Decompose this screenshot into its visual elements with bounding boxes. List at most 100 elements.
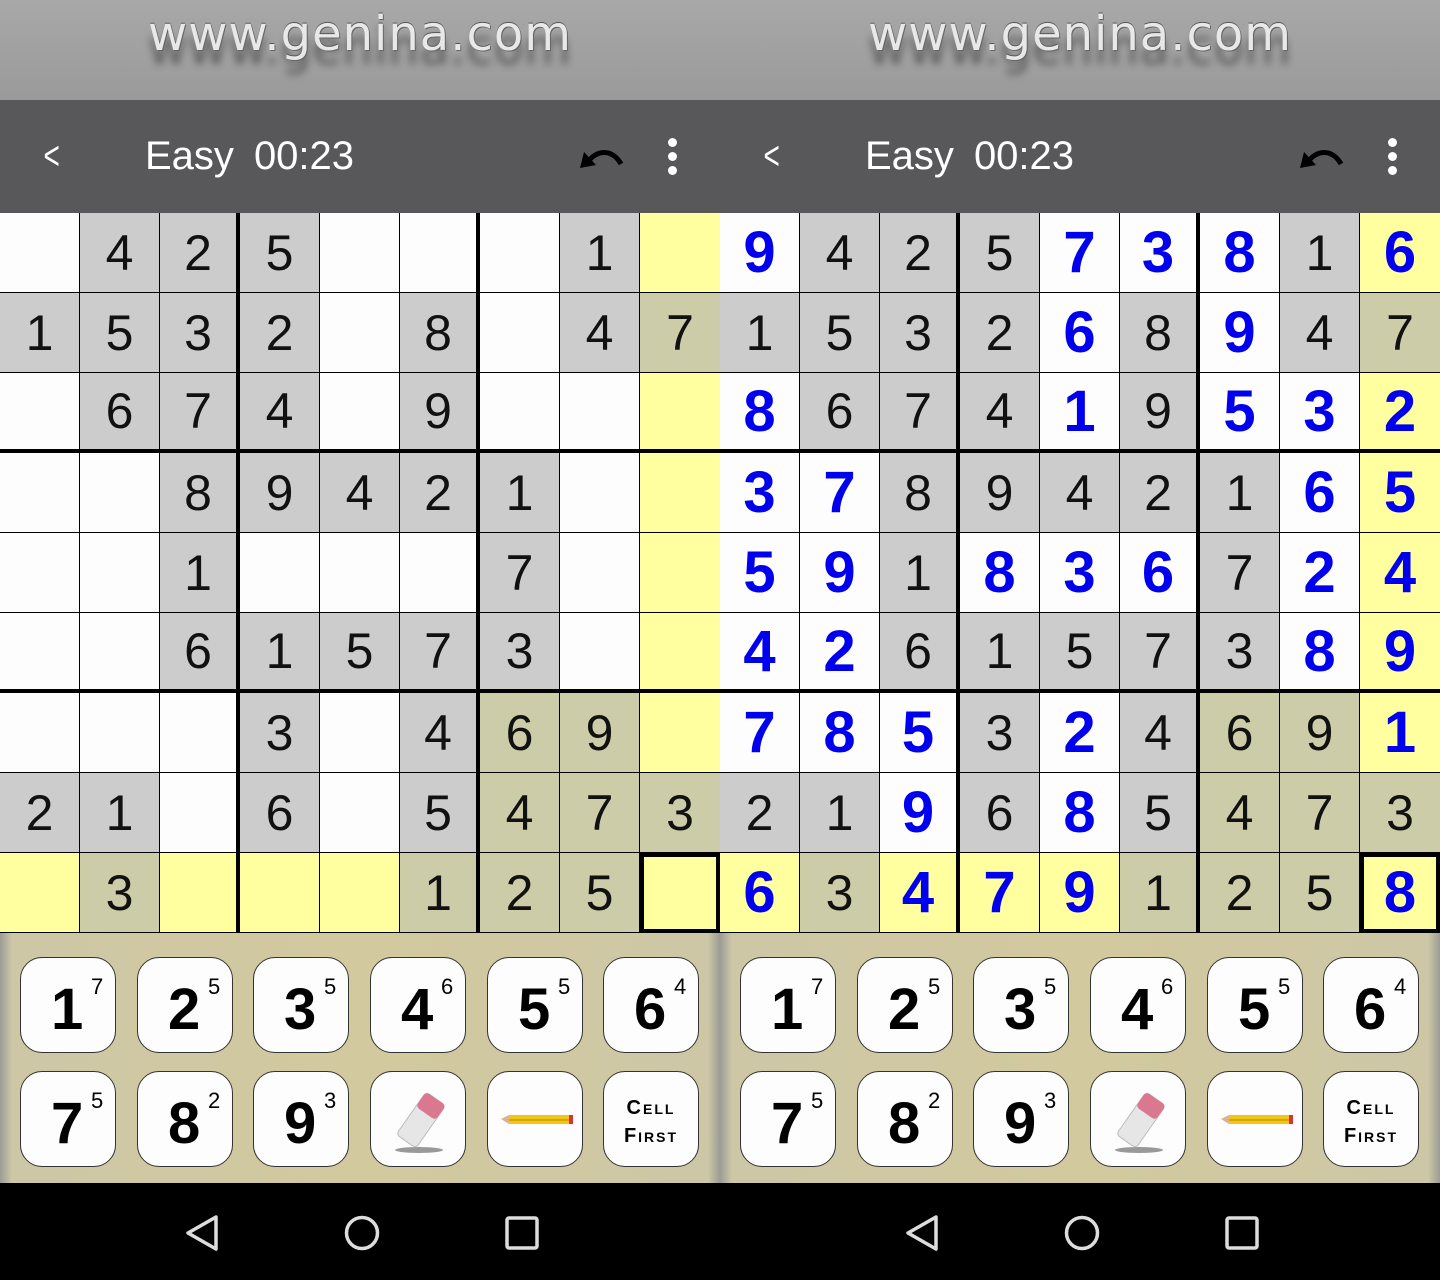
- sudoku-cell-r7c5[interactable]: [320, 693, 400, 773]
- sudoku-cell-r4c8[interactable]: 6: [1280, 453, 1360, 533]
- digit-8-button[interactable]: 82: [857, 1071, 953, 1167]
- sudoku-cell-r4c5[interactable]: 4: [1040, 453, 1120, 533]
- sudoku-cell-r1c7[interactable]: [480, 213, 560, 293]
- nav-back-icon[interactable]: [902, 1213, 942, 1253]
- sudoku-cell-r1c3[interactable]: 2: [160, 213, 240, 293]
- sudoku-cell-r5c1[interactable]: [0, 533, 80, 613]
- sudoku-cell-r9c9[interactable]: 8: [1360, 853, 1440, 933]
- ad-banner[interactable]: www.genina.com: [720, 0, 1440, 100]
- sudoku-cell-r4c6[interactable]: 2: [400, 453, 480, 533]
- cell-first-mode-button[interactable]: Cell First: [603, 1071, 699, 1167]
- sudoku-cell-r9c7[interactable]: 2: [1200, 853, 1280, 933]
- sudoku-cell-r1c9[interactable]: 6: [1360, 213, 1440, 293]
- sudoku-cell-r7c9[interactable]: [640, 693, 720, 773]
- sudoku-cell-r2c6[interactable]: 8: [1120, 293, 1200, 373]
- digit-7-button[interactable]: 75: [20, 1071, 116, 1167]
- sudoku-cell-r1c8[interactable]: 1: [1280, 213, 1360, 293]
- sudoku-cell-r7c8[interactable]: 9: [1280, 693, 1360, 773]
- sudoku-cell-r1c1[interactable]: [0, 213, 80, 293]
- sudoku-cell-r3c8[interactable]: 3: [1280, 373, 1360, 453]
- sudoku-cell-r5c7[interactable]: 7: [480, 533, 560, 613]
- sudoku-cell-r6c6[interactable]: 7: [1120, 613, 1200, 693]
- sudoku-cell-r7c7[interactable]: 6: [1200, 693, 1280, 773]
- sudoku-cell-r7c5[interactable]: 2: [1040, 693, 1120, 773]
- sudoku-cell-r8c6[interactable]: 5: [400, 773, 480, 853]
- sudoku-cell-r1c6[interactable]: [400, 213, 480, 293]
- sudoku-cell-r9c8[interactable]: 5: [1280, 853, 1360, 933]
- sudoku-cell-r5c2[interactable]: [80, 533, 160, 613]
- sudoku-cell-r4c3[interactable]: 8: [880, 453, 960, 533]
- sudoku-cell-r2c1[interactable]: 1: [0, 293, 80, 373]
- sudoku-cell-r4c7[interactable]: 1: [1200, 453, 1280, 533]
- sudoku-cell-r2c3[interactable]: 3: [160, 293, 240, 373]
- sudoku-cell-r5c9[interactable]: [640, 533, 720, 613]
- sudoku-cell-r8c9[interactable]: 3: [1360, 773, 1440, 853]
- digit-9-button[interactable]: 93: [973, 1071, 1069, 1167]
- sudoku-cell-r4c1[interactable]: 3: [720, 453, 800, 533]
- sudoku-cell-r3c1[interactable]: [0, 373, 80, 453]
- sudoku-cell-r9c4[interactable]: [240, 853, 320, 933]
- sudoku-cell-r8c7[interactable]: 4: [1200, 773, 1280, 853]
- sudoku-cell-r2c3[interactable]: 3: [880, 293, 960, 373]
- nav-home-icon[interactable]: [1062, 1213, 1102, 1253]
- sudoku-cell-r1c4[interactable]: 5: [240, 213, 320, 293]
- sudoku-cell-r8c9[interactable]: 3: [640, 773, 720, 853]
- sudoku-cell-r3c9[interactable]: 2: [1360, 373, 1440, 453]
- sudoku-cell-r7c3[interactable]: [160, 693, 240, 773]
- sudoku-cell-r6c5[interactable]: 5: [1040, 613, 1120, 693]
- digit-4-button[interactable]: 46: [370, 957, 466, 1053]
- digit-1-button[interactable]: 17: [740, 957, 836, 1053]
- sudoku-cell-r1c3[interactable]: 2: [880, 213, 960, 293]
- sudoku-cell-r6c3[interactable]: 6: [880, 613, 960, 693]
- nav-recents-icon[interactable]: [502, 1213, 542, 1253]
- pencil-notes-button[interactable]: [487, 1071, 583, 1167]
- sudoku-cell-r7c7[interactable]: 6: [480, 693, 560, 773]
- sudoku-cell-r3c4[interactable]: 4: [960, 373, 1040, 453]
- sudoku-cell-r6c5[interactable]: 5: [320, 613, 400, 693]
- sudoku-cell-r2c7[interactable]: 9: [1200, 293, 1280, 373]
- sudoku-cell-r6c2[interactable]: 2: [800, 613, 880, 693]
- digit-6-button[interactable]: 64: [1323, 957, 1419, 1053]
- sudoku-cell-r8c4[interactable]: 6: [240, 773, 320, 853]
- sudoku-cell-r2c8[interactable]: 4: [560, 293, 640, 373]
- digit-3-button[interactable]: 35: [973, 957, 1069, 1053]
- sudoku-cell-r1c2[interactable]: 4: [80, 213, 160, 293]
- sudoku-cell-r7c3[interactable]: 5: [880, 693, 960, 773]
- sudoku-cell-r7c6[interactable]: 4: [1120, 693, 1200, 773]
- sudoku-cell-r5c6[interactable]: [400, 533, 480, 613]
- sudoku-cell-r5c8[interactable]: [560, 533, 640, 613]
- sudoku-cell-r3c3[interactable]: 7: [880, 373, 960, 453]
- sudoku-cell-r3c8[interactable]: [560, 373, 640, 453]
- sudoku-cell-r2c8[interactable]: 4: [1280, 293, 1360, 373]
- sudoku-cell-r8c5[interactable]: 8: [1040, 773, 1120, 853]
- sudoku-cell-r6c4[interactable]: 1: [240, 613, 320, 693]
- sudoku-cell-r6c3[interactable]: 6: [160, 613, 240, 693]
- sudoku-cell-r9c3[interactable]: 4: [880, 853, 960, 933]
- sudoku-cell-r9c1[interactable]: 6: [720, 853, 800, 933]
- sudoku-cell-r6c8[interactable]: [560, 613, 640, 693]
- sudoku-cell-r5c4[interactable]: [240, 533, 320, 613]
- digit-2-button[interactable]: 25: [857, 957, 953, 1053]
- sudoku-cell-r8c3[interactable]: 9: [880, 773, 960, 853]
- digit-9-button[interactable]: 93: [253, 1071, 349, 1167]
- nav-home-icon[interactable]: [342, 1213, 382, 1253]
- nav-recents-icon[interactable]: [1222, 1213, 1262, 1253]
- sudoku-cell-r5c1[interactable]: 5: [720, 533, 800, 613]
- sudoku-cell-r4c5[interactable]: 4: [320, 453, 400, 533]
- sudoku-cell-r9c6[interactable]: 1: [1120, 853, 1200, 933]
- sudoku-cell-r6c6[interactable]: 7: [400, 613, 480, 693]
- sudoku-cell-r2c7[interactable]: [480, 293, 560, 373]
- sudoku-cell-r8c5[interactable]: [320, 773, 400, 853]
- sudoku-cell-r2c9[interactable]: 7: [1360, 293, 1440, 373]
- sudoku-cell-r4c3[interactable]: 8: [160, 453, 240, 533]
- digit-6-button[interactable]: 64: [603, 957, 699, 1053]
- sudoku-cell-r7c4[interactable]: 3: [240, 693, 320, 773]
- sudoku-cell-r7c1[interactable]: [0, 693, 80, 773]
- digit-4-button[interactable]: 46: [1090, 957, 1186, 1053]
- sudoku-cell-r3c2[interactable]: 6: [80, 373, 160, 453]
- more-options-icon[interactable]: [1382, 138, 1402, 178]
- sudoku-cell-r6c1[interactable]: [0, 613, 80, 693]
- sudoku-cell-r1c9[interactable]: [640, 213, 720, 293]
- sudoku-cell-r9c2[interactable]: 3: [80, 853, 160, 933]
- sudoku-cell-r3c6[interactable]: 9: [1120, 373, 1200, 453]
